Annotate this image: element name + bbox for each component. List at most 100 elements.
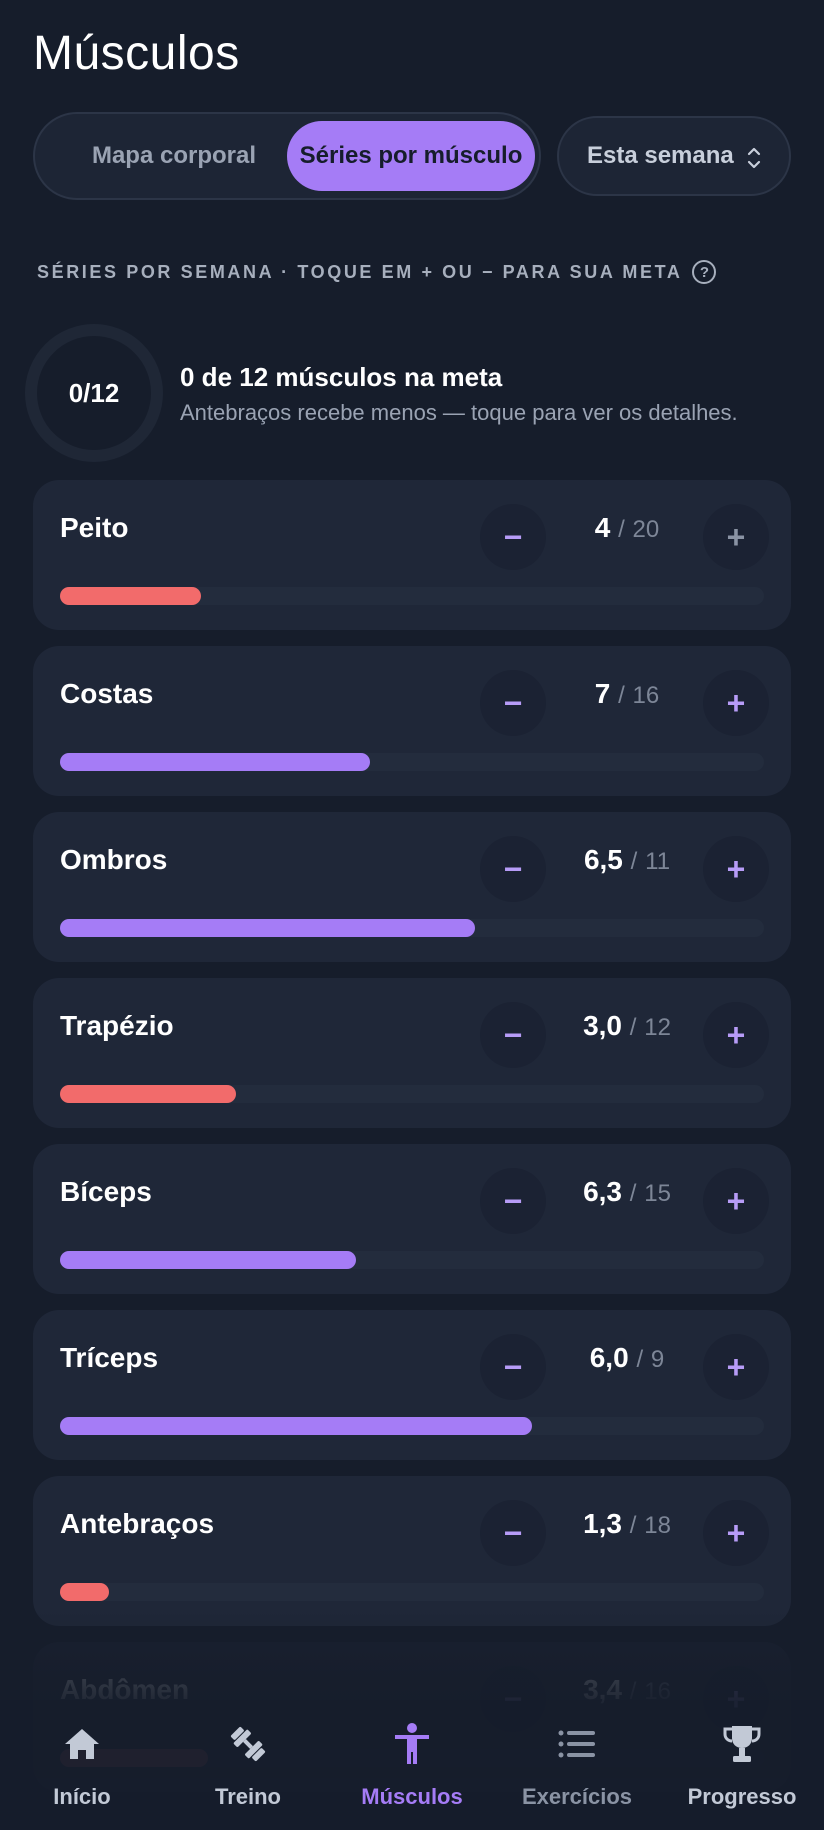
- series-separator: /: [618, 682, 625, 709]
- series-value: 4: [594, 512, 611, 543]
- series-separator: /: [636, 1346, 644, 1373]
- muscle-card[interactable]: Costas −7 / 16 +: [33, 646, 791, 796]
- series-count: 6,3 / 15: [553, 1176, 701, 1208]
- section-label: SÉRIES POR SEMANA · TOQUE EM + OU − PARA…: [37, 260, 717, 284]
- section-label-text: SÉRIES POR SEMANA · TOQUE EM + OU − PARA…: [37, 261, 683, 282]
- progress-fill: [60, 1583, 109, 1601]
- series-separator: /: [630, 848, 638, 875]
- progress-fill: [60, 1251, 356, 1269]
- chevron-up-down-icon: [747, 147, 761, 169]
- nav-inicio[interactable]: Início: [42, 1700, 122, 1830]
- tab-mapa-corporal[interactable]: Mapa corporal: [45, 121, 303, 191]
- muscle-name: Bíceps: [60, 1176, 152, 1207]
- series-value: 6,5: [583, 844, 623, 875]
- decrement-button[interactable]: −: [480, 670, 546, 736]
- series-separator: /: [629, 1512, 637, 1539]
- muscle-card[interactable]: Trapézio −3,0 / 12 +: [33, 978, 791, 1128]
- series-target: 16: [632, 682, 660, 709]
- series-count: 6,5 / 11: [553, 844, 701, 876]
- trophy-icon: [720, 1722, 764, 1766]
- progress-track: [60, 1251, 764, 1269]
- muscle-card[interactable]: Ombros −6,5 / 11 +: [33, 812, 791, 962]
- scroll-fade: [0, 1610, 824, 1700]
- muscle-name: Peito: [60, 512, 129, 543]
- nav-treino[interactable]: Treino: [206, 1700, 290, 1830]
- series-count: 7 / 16: [553, 678, 701, 710]
- muscle-card[interactable]: Bíceps −6,3 / 15 +: [33, 1144, 791, 1294]
- progress-track: [60, 587, 764, 605]
- progress-track: [60, 919, 764, 937]
- increment-button[interactable]: +: [703, 504, 769, 570]
- series-separator: /: [629, 1180, 637, 1207]
- series-target: 15: [644, 1180, 671, 1207]
- series-count: 6,0 / 9: [553, 1342, 701, 1374]
- muscle-name: Ombros: [60, 844, 168, 875]
- tab-series-por-musculo[interactable]: Séries por músculo: [287, 121, 535, 191]
- decrement-button[interactable]: −: [480, 1002, 546, 1068]
- home-icon: [60, 1722, 104, 1766]
- series-count: 4 / 20: [553, 512, 701, 544]
- increment-button[interactable]: +: [703, 1168, 769, 1234]
- decrement-button[interactable]: −: [480, 504, 546, 570]
- goal-progress-ring: 0/12: [25, 324, 163, 462]
- dumbbell-icon: [226, 1722, 270, 1766]
- nav-label: Início: [53, 1784, 111, 1809]
- progress-track: [60, 1085, 764, 1103]
- series-separator: /: [629, 1014, 637, 1041]
- muscle-name: Costas: [60, 678, 154, 709]
- increment-button[interactable]: +: [703, 1334, 769, 1400]
- series-target: 18: [644, 1512, 671, 1539]
- nav-musculos[interactable]: Músculos: [352, 1700, 472, 1830]
- series-value: 7: [594, 678, 611, 709]
- progress-fill: [60, 919, 475, 937]
- help-icon[interactable]: ?: [692, 260, 717, 284]
- progress-fill: [60, 753, 370, 771]
- progress-fill: [60, 587, 201, 605]
- muscle-card[interactable]: Antebraços −1,3 / 18 +: [33, 1476, 791, 1626]
- muscle-name: Antebraços: [60, 1508, 215, 1539]
- progress-fill: [60, 1417, 532, 1435]
- increment-button[interactable]: +: [703, 670, 769, 736]
- muscle-name: Trapézio: [60, 1010, 174, 1041]
- summary-title: 0 de 12 músculos na meta: [180, 362, 503, 392]
- series-value: 1,3: [583, 1508, 622, 1539]
- decrement-button[interactable]: −: [480, 836, 546, 902]
- muscle-card[interactable]: Peito −4 / 20 +: [33, 480, 791, 630]
- increment-button[interactable]: +: [703, 1002, 769, 1068]
- series-target: 11: [645, 848, 671, 875]
- series-target: 9: [650, 1346, 665, 1373]
- list-icon: [555, 1722, 599, 1766]
- page-title: Músculos: [33, 27, 240, 80]
- body-icon: [390, 1722, 434, 1766]
- series-target: 12: [644, 1014, 671, 1041]
- series-count: 1,3 / 18: [553, 1508, 701, 1540]
- progress-track: [60, 1583, 764, 1601]
- series-target: 20: [632, 516, 660, 543]
- progress-fill: [60, 1085, 236, 1103]
- series-value: 6,3: [583, 1176, 622, 1207]
- nav-progresso[interactable]: Progresso: [686, 1700, 798, 1830]
- series-value: 6,0: [589, 1342, 629, 1373]
- muscle-card[interactable]: Tríceps −6,0 / 9 +: [33, 1310, 791, 1460]
- summary-subtitle[interactable]: Antebraços recebe menos — toque para ver…: [180, 400, 738, 426]
- view-toggle: Mapa corporal Séries por músculo: [33, 112, 541, 200]
- series-value: 3,0: [583, 1010, 622, 1041]
- series-count: 3,0 / 12: [553, 1010, 701, 1042]
- bottom-nav: Início Treino Músculos Exercícios Progre…: [0, 1700, 824, 1830]
- increment-button[interactable]: +: [703, 836, 769, 902]
- decrement-button[interactable]: −: [480, 1334, 546, 1400]
- muscle-name: Tríceps: [60, 1342, 159, 1373]
- progress-track: [60, 1417, 764, 1435]
- nav-exercicios[interactable]: Exercícios: [522, 1700, 632, 1830]
- period-label: Esta semana: [587, 142, 734, 169]
- increment-button[interactable]: +: [703, 1500, 769, 1566]
- progress-track: [60, 753, 764, 771]
- decrement-button[interactable]: −: [480, 1168, 546, 1234]
- nav-label: Exercícios: [521, 1784, 633, 1809]
- decrement-button[interactable]: −: [480, 1500, 546, 1566]
- nav-label: Treino: [214, 1784, 281, 1809]
- period-select[interactable]: Esta semana: [557, 116, 791, 196]
- nav-label: Músculos: [361, 1784, 463, 1809]
- nav-label: Progresso: [687, 1784, 797, 1809]
- series-separator: /: [618, 516, 625, 543]
